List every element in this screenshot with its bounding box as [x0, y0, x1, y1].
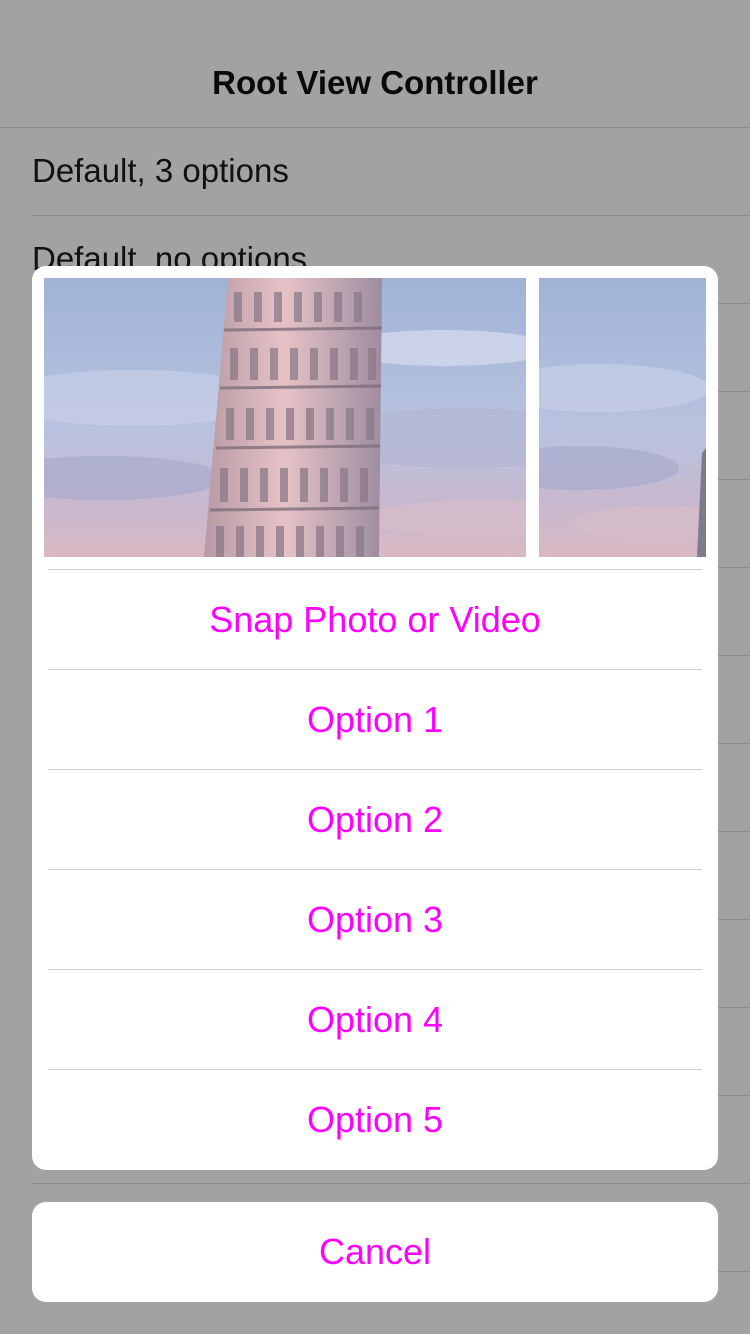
table-row[interactable]: Default, 3 options	[32, 128, 750, 216]
cancel-button[interactable]: Cancel	[32, 1202, 718, 1302]
option-4-button[interactable]: Option 4	[48, 969, 702, 1069]
table-row-label: Default, 3 options	[32, 152, 289, 189]
tower-photo	[44, 278, 526, 557]
option-2-button[interactable]: Option 2	[48, 769, 702, 869]
page-title: Root View Controller	[212, 64, 538, 101]
option-5-button[interactable]: Option 5	[48, 1069, 702, 1169]
option-3-button[interactable]: Option 3	[48, 869, 702, 969]
navigation-bar: Root View Controller	[0, 0, 750, 128]
snap-photo-button[interactable]: Snap Photo or Video	[48, 569, 702, 669]
tower-photo	[539, 278, 706, 557]
action-sheet: Snap Photo or Video Option 1 Option 2 Op…	[32, 266, 718, 1170]
option-1-button[interactable]: Option 1	[48, 669, 702, 769]
photo-thumbnail[interactable]	[44, 278, 526, 557]
photo-thumbnail[interactable]	[539, 278, 706, 557]
photo-strip[interactable]	[44, 278, 706, 557]
